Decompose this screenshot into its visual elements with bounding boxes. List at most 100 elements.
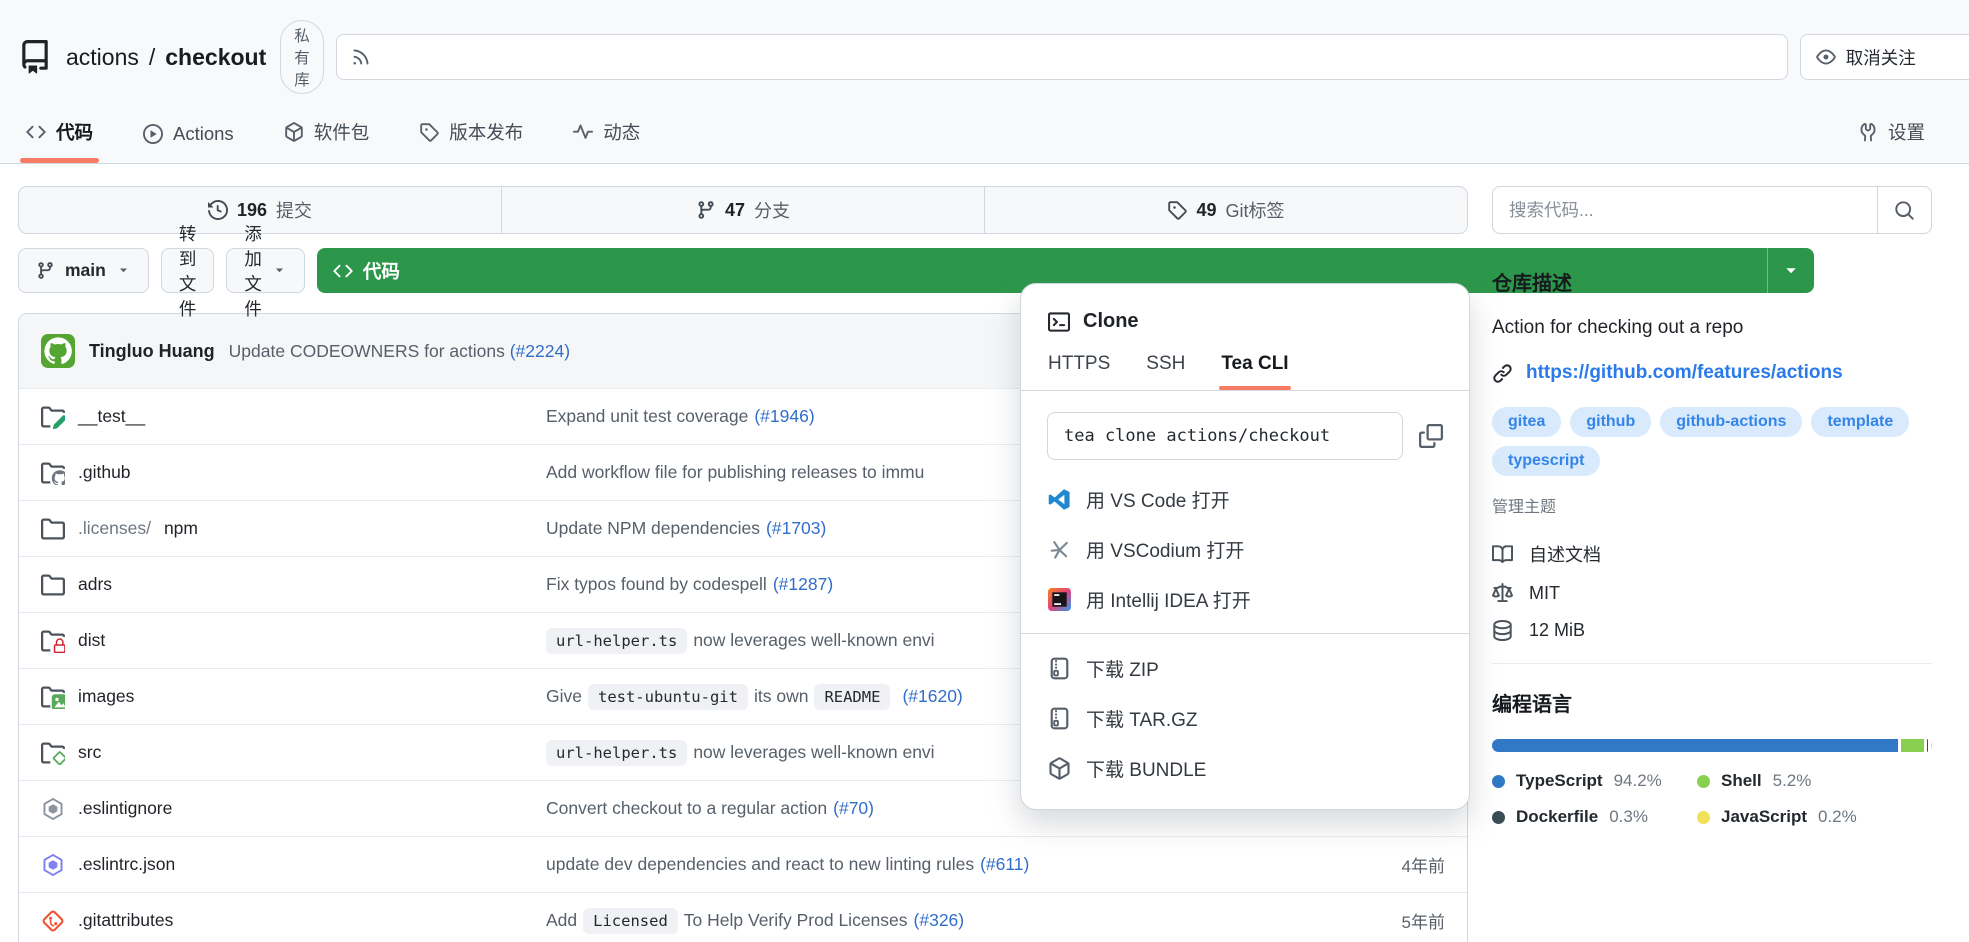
top-band: actions / checkout 私有库 取消关注 2 点赞 0 派生 0 …	[0, 0, 1969, 164]
topic-list: gitea github github-actions template typescr…	[1492, 407, 1932, 476]
file-name-link[interactable]: __test__	[78, 406, 145, 427]
file-name-cell: .eslintrc.json	[41, 853, 546, 877]
tab-actions[interactable]: Actions	[137, 108, 240, 163]
topic-github[interactable]: github	[1570, 407, 1651, 437]
meta-law[interactable]: MIT	[1492, 583, 1932, 604]
tab-软件包[interactable]: 软件包	[278, 104, 376, 163]
table-row[interactable]: .gitattributesAdd Licensed To Help Verif…	[19, 892, 1467, 942]
file-name-link[interactable]: images	[78, 686, 134, 707]
tab-label: Actions	[173, 123, 234, 145]
file-name-link[interactable]: adrs	[78, 574, 112, 595]
commit-message-issue-link[interactable]: (#2224)	[510, 341, 570, 361]
clone-download-item[interactable]: 下载 ZIP	[1031, 643, 1459, 693]
file-message-issue-link[interactable]: (#1287)	[773, 574, 833, 595]
stat-value: 196	[237, 200, 267, 221]
file-message-issue-link[interactable]: (#1703)	[766, 518, 826, 539]
clone-open-item[interactable]: 用 Intellij IDEA 打开	[1031, 574, 1459, 624]
file-name-cell: .licenses/npm	[41, 517, 546, 541]
file-message-text: now leverages well-known envi	[693, 630, 934, 651]
file-message-issue-link[interactable]: (#1620)	[902, 686, 962, 707]
tab-代码[interactable]: 代码	[20, 104, 99, 163]
table-row[interactable]: .eslintrc.json update dev dependencies an…	[19, 836, 1467, 892]
repo-owner-link[interactable]: actions	[66, 44, 139, 71]
clone-open-item[interactable]: 用 VSCodium 打开	[1031, 524, 1459, 574]
code-search-input[interactable]	[1492, 186, 1878, 234]
copy-icon[interactable]	[1419, 424, 1443, 448]
eslint-gray-icon	[41, 797, 65, 821]
branch-selector[interactable]: main	[18, 248, 149, 293]
rss-button[interactable]	[336, 34, 1788, 80]
file-name-cell: adrs	[41, 573, 546, 597]
repo-title: actions / checkout 私有库	[66, 20, 324, 94]
file-name-link[interactable]: .gitattributes	[78, 910, 173, 931]
language-dot	[1492, 811, 1505, 824]
topic-typescript[interactable]: typescript	[1492, 446, 1600, 476]
tab-label: 软件包	[314, 119, 370, 145]
about-title: 仓库描述	[1492, 267, 1932, 296]
language-pct: 0.3%	[1609, 807, 1648, 827]
file-commit-message: update dev dependencies and react to new…	[546, 854, 1335, 875]
unwatch-button[interactable]: 取消关注 2	[1800, 34, 1969, 80]
tab-版本发布[interactable]: 版本发布	[413, 104, 529, 163]
clone-tab-tea-cli[interactable]: Tea CLI	[1221, 353, 1288, 390]
clone-command-row	[1047, 412, 1443, 460]
stat-Git标签[interactable]: 49Git标签	[984, 187, 1467, 233]
history-icon	[208, 200, 228, 220]
commit-author-link[interactable]: Tingluo Huang	[89, 341, 215, 362]
file-name-link[interactable]: .eslintrc.json	[78, 854, 175, 875]
file-name-link[interactable]: npm	[164, 518, 198, 539]
file-name-link[interactable]: .github	[78, 462, 131, 483]
clone-item-label: 用 VS Code 打开	[1086, 486, 1230, 513]
tab-label: 动态	[603, 119, 640, 145]
folder-test-icon	[41, 405, 65, 429]
file-message-issue-link[interactable]: (#70)	[833, 798, 874, 819]
zip-icon	[1048, 707, 1071, 730]
topic-gitea[interactable]: gitea	[1492, 407, 1561, 437]
file-message-issue-link[interactable]: (#326)	[914, 910, 965, 931]
search-button[interactable]	[1878, 186, 1932, 234]
branch-icon	[36, 261, 55, 280]
tab-settings[interactable]: 设置	[1852, 104, 1931, 163]
file-name-cell: .eslintignore	[41, 797, 546, 821]
folder-src-icon	[41, 741, 65, 765]
file-message-issue-link[interactable]: (#1946)	[754, 406, 814, 427]
website-link[interactable]: https://github.com/features/actions	[1526, 362, 1843, 384]
file-message-issue-link[interactable]: (#611)	[980, 854, 1029, 875]
clone-command-input[interactable]	[1047, 412, 1403, 460]
topic-github-actions[interactable]: github-actions	[1660, 407, 1802, 437]
meta-database[interactable]: 12 MiB	[1492, 620, 1932, 641]
tab-动态[interactable]: 动态	[567, 104, 646, 163]
manage-topics-link[interactable]: 管理主题	[1492, 493, 1932, 517]
meta-book[interactable]: 自述文档	[1492, 541, 1932, 567]
repo-meta-list: 自述文档 MIT 12 MiB	[1492, 541, 1932, 641]
author-avatar[interactable]	[41, 334, 75, 368]
clone-item-label: 用 Intellij IDEA 打开	[1086, 586, 1251, 613]
topic-template[interactable]: template	[1811, 407, 1909, 437]
file-name-link[interactable]: src	[78, 742, 101, 763]
zip-icon	[1048, 657, 1071, 680]
goto-file-button[interactable]: 转到文件	[161, 248, 215, 293]
repo-name-link[interactable]: checkout	[165, 44, 266, 71]
vscode-icon	[1048, 488, 1071, 511]
clone-open-item[interactable]: 用 VS Code 打开	[1031, 474, 1459, 524]
add-file-button[interactable]: 添加文件	[226, 248, 305, 293]
clone-tab-https[interactable]: HTTPS	[1048, 353, 1110, 390]
stat-label: Git标签	[1226, 197, 1285, 223]
file-name-link[interactable]: dist	[78, 630, 105, 651]
file-name-link[interactable]: .licenses/	[78, 518, 151, 539]
meta-label: 自述文档	[1529, 541, 1601, 567]
stat-分支[interactable]: 47分支	[501, 187, 984, 233]
language-pct: 0.2%	[1818, 807, 1857, 827]
latest-commit-message: Update CODEOWNERS for actions (#2224)	[229, 341, 570, 362]
chevron-down-icon	[116, 263, 131, 278]
clone-item-label: 用 VSCodium 打开	[1086, 536, 1244, 563]
file-message-text: Add	[546, 910, 577, 931]
clone-tab-ssh[interactable]: SSH	[1146, 353, 1185, 390]
language-legend-item: Dockerfile0.3%	[1492, 807, 1697, 827]
clone-download-item[interactable]: 下载 TAR.GZ	[1031, 693, 1459, 743]
language-segment-dockerfile	[1927, 739, 1928, 752]
file-name-link[interactable]: .eslintignore	[78, 798, 172, 819]
stat-label: 提交	[276, 197, 312, 223]
clone-download-item[interactable]: 下载 BUNDLE	[1031, 743, 1459, 793]
meta-label: MIT	[1529, 583, 1560, 604]
